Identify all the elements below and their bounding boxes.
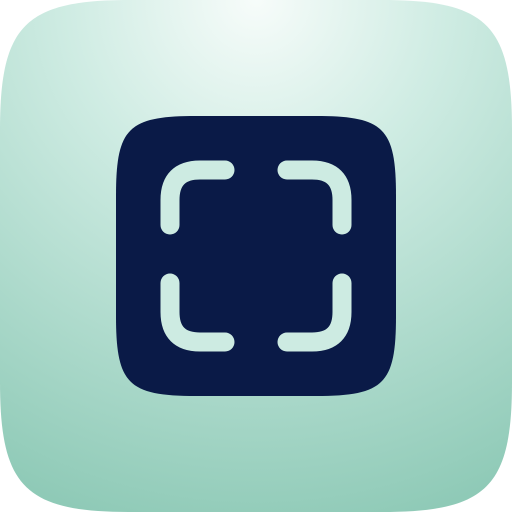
app-icon-canvas — [0, 0, 512, 512]
screenshot-frame-icon — [0, 0, 512, 512]
icon-tile — [116, 116, 396, 396]
